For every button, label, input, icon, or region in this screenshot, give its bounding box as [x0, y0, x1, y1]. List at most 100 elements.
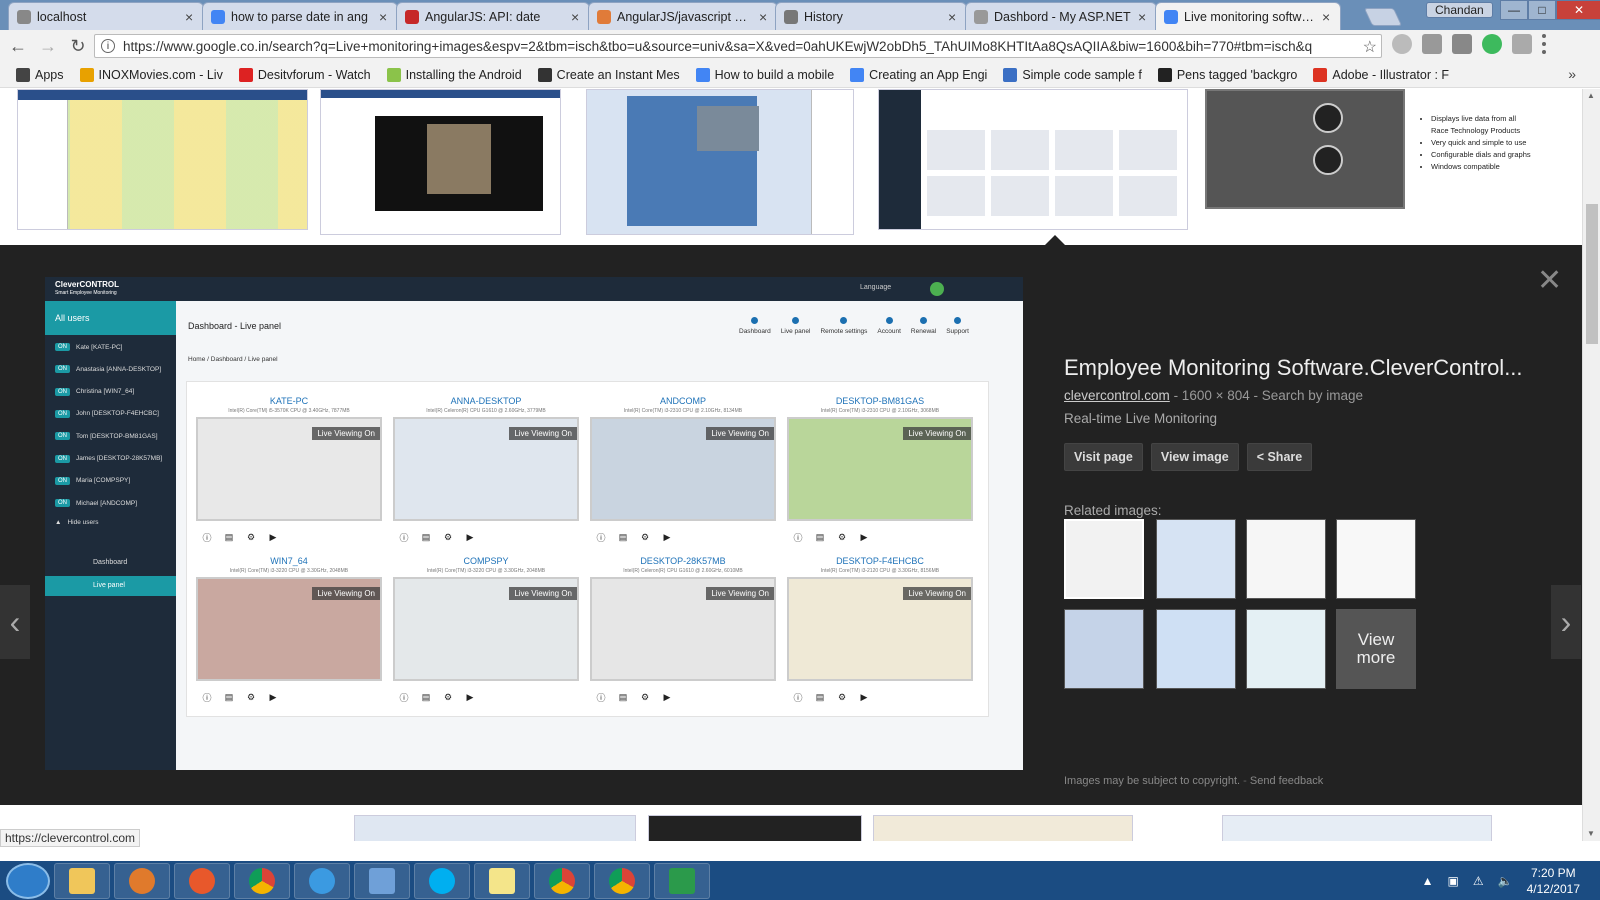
send-feedback-link[interactable]: Send feedback — [1250, 775, 1323, 787]
tab-favicon-icon — [974, 9, 988, 24]
volume-icon[interactable]: 🔈 — [1498, 874, 1513, 888]
page-scrollbar[interactable]: ▲ ▼ — [1582, 89, 1600, 841]
chrome-taskbar-icon[interactable] — [234, 862, 290, 899]
bookmark-item[interactable]: Simple code sample f — [997, 67, 1148, 82]
browser-tab[interactable]: how to parse date in ang × — [202, 2, 398, 30]
new-tab-button[interactable] — [1363, 8, 1403, 26]
result-thumbnail[interactable] — [354, 815, 636, 841]
bookmark-item[interactable]: Creating an App Engi — [844, 67, 993, 82]
preview-title[interactable]: Employee Monitoring Software.CleverContr… — [1064, 355, 1523, 381]
minimize-icon[interactable]: — — [1500, 0, 1528, 20]
browser-tab[interactable]: History × — [775, 2, 967, 30]
visit-page-button[interactable]: Visit page — [1064, 443, 1143, 471]
extension-icon[interactable] — [1512, 34, 1532, 54]
result-thumbnail[interactable] — [1222, 815, 1492, 841]
browser-tab[interactable]: Dashbord - My ASP.NET × — [965, 2, 1157, 30]
bookmark-item[interactable]: Create an Instant Mes — [532, 67, 686, 82]
related-image[interactable] — [1246, 609, 1326, 689]
browser-tab[interactable]: AngularJS: API: date × — [396, 2, 590, 30]
prev-image-icon[interactable]: ‹ — [0, 585, 30, 659]
monitor-icon[interactable]: ▣ — [1448, 874, 1459, 888]
result-thumbnail[interactable] — [648, 815, 862, 841]
cc-user-name: Christina [WIN7_64] — [76, 388, 135, 396]
result-thumbnail[interactable] — [586, 89, 854, 235]
cc-user-item: ON Maria [COMPSPY] — [55, 476, 130, 485]
network-icon[interactable]: ⚠ — [1473, 874, 1484, 888]
sticky-notes-taskbar-icon[interactable] — [474, 862, 530, 899]
bookmark-item[interactable]: Desitvforum - Watch — [233, 67, 377, 82]
more-bookmarks-icon[interactable]: » — [1568, 66, 1576, 82]
extension-icon[interactable] — [1392, 34, 1412, 54]
scrollbar-thumb[interactable] — [1586, 204, 1598, 344]
tab-close-icon[interactable]: × — [759, 9, 769, 25]
result-thumbnail[interactable] — [320, 89, 561, 235]
copyright-text: Images may be subject to copyright. — [1064, 775, 1241, 787]
ie-taskbar-icon[interactable] — [294, 862, 350, 899]
tab-close-icon[interactable]: × — [379, 9, 389, 25]
bookmark-item[interactable]: How to build a mobile — [690, 67, 841, 82]
address-bar[interactable]: i https://www.google.co.in/search?q=Live… — [94, 34, 1382, 58]
visual-studio-code-taskbar-icon[interactable] — [654, 862, 710, 899]
related-image[interactable] — [1064, 609, 1144, 689]
screen-icon: ▤ — [224, 531, 234, 542]
view-image-button[interactable]: View image — [1150, 443, 1239, 471]
forward-icon[interactable]: → — [36, 34, 60, 58]
chrome-taskbar-icon[interactable] — [594, 862, 650, 899]
share-button[interactable]: < Share — [1246, 443, 1313, 471]
close-preview-icon[interactable]: ✕ — [1537, 263, 1562, 298]
reload-icon[interactable]: ↻ — [66, 34, 90, 58]
bookmark-item[interactable]: Apps — [10, 67, 70, 82]
maximize-icon[interactable]: □ — [1528, 0, 1556, 20]
media-player-taskbar-icon[interactable] — [114, 862, 170, 899]
bookmark-item[interactable]: Adobe - Illustrator : F — [1307, 67, 1455, 82]
tab-close-icon[interactable]: × — [948, 9, 958, 25]
close-window-icon[interactable]: ✕ — [1556, 0, 1600, 20]
cc-user-item: ON Kate [KATE-PC] — [55, 343, 122, 351]
tab-close-icon[interactable]: × — [571, 9, 581, 25]
related-image[interactable] — [1246, 519, 1326, 599]
related-image[interactable] — [1336, 519, 1416, 599]
back-icon[interactable]: ← — [6, 34, 30, 58]
cc-hide-users: ▲ Hide users — [55, 519, 99, 526]
bookmark-item[interactable]: Installing the Android — [381, 67, 528, 82]
network-taskbar-icon[interactable] — [354, 862, 410, 899]
cc-online-badge: ON — [55, 499, 70, 508]
explorer-taskbar-icon[interactable] — [54, 862, 110, 899]
browser-tab[interactable]: Live monitoring software × — [1155, 2, 1341, 30]
extension-icon[interactable] — [1422, 34, 1442, 54]
bookmark-star-icon[interactable]: ☆ — [1363, 37, 1377, 57]
tray-up-icon[interactable]: ▲ — [1422, 874, 1434, 888]
chrome-taskbar-icon[interactable] — [534, 862, 590, 899]
menu-icon[interactable] — [1542, 34, 1546, 54]
clock[interactable]: 7:20 PM 4/12/2017 — [1527, 865, 1580, 897]
view-more-button[interactable]: View more — [1336, 609, 1416, 689]
info-icon[interactable]: i — [101, 39, 115, 53]
preview-site-link[interactable]: clevercontrol.com — [1064, 388, 1170, 403]
extension-icon[interactable] — [1482, 34, 1502, 54]
profile-button[interactable]: Chandan — [1426, 2, 1493, 18]
result-thumbnail[interactable] — [878, 89, 1188, 230]
browser-tab[interactable]: localhost × — [8, 2, 204, 30]
next-image-icon[interactable]: › — [1551, 585, 1581, 659]
cc-screen-thumbnail: Live Viewing On — [196, 417, 382, 521]
related-image[interactable] — [1064, 519, 1144, 599]
tab-close-icon[interactable]: × — [1322, 9, 1332, 25]
preview-image[interactable]: CleverCONTROL Smart Employee Monitoring … — [45, 277, 1023, 770]
bookmark-item[interactable]: Pens tagged 'backgro — [1152, 67, 1304, 82]
tab-close-icon[interactable]: × — [185, 9, 195, 25]
camera-icon[interactable] — [1452, 34, 1472, 54]
firefox-taskbar-icon[interactable] — [174, 862, 230, 899]
result-thumbnail[interactable] — [17, 89, 308, 230]
selection-pointer — [1045, 235, 1065, 245]
start-button[interactable] — [6, 862, 50, 899]
bookmark-item[interactable]: INOXMovies.com - Liv — [74, 67, 229, 82]
skype-taskbar-icon[interactable] — [414, 862, 470, 899]
share-icon: < — [1256, 450, 1268, 464]
preview-actions: Visit page View image < Share — [1064, 443, 1313, 471]
tab-close-icon[interactable]: × — [1138, 9, 1148, 25]
result-thumbnail[interactable]: Displays live data from all Race Technol… — [1205, 89, 1535, 211]
browser-tab[interactable]: AngularJS/javascript con × — [588, 2, 778, 30]
related-image[interactable] — [1156, 519, 1236, 599]
result-thumbnail[interactable] — [873, 815, 1133, 841]
related-image[interactable] — [1156, 609, 1236, 689]
